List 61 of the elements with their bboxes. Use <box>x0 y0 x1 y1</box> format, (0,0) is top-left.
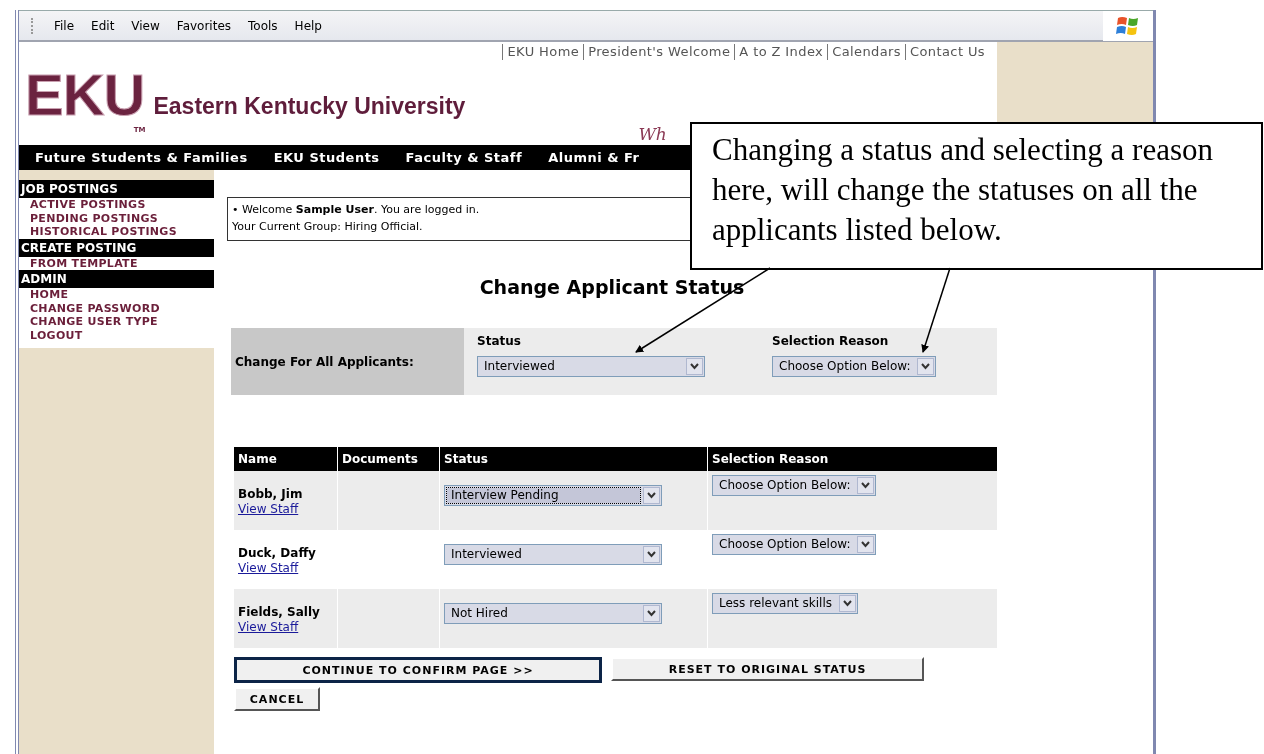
menu-item[interactable]: Edit <box>91 18 115 33</box>
chevron-down-icon <box>921 363 931 370</box>
menu-item[interactable]: File <box>54 18 75 33</box>
nav-link[interactable]: Faculty & Staff <box>405 150 523 165</box>
action-button[interactable]: CONTINUE TO CONFIRM PAGE >> <box>234 657 602 683</box>
top-link[interactable]: A to Z Index <box>734 44 828 60</box>
sidebar-heading: JOB POSTINGS <box>19 180 214 198</box>
view-staff-link[interactable]: View Staff <box>238 561 299 575</box>
applicant-name: Duck, Daffy <box>238 546 316 561</box>
label-cell: Change For All Applicants: <box>231 328 464 395</box>
dropdown[interactable]: Choose Option Below: <box>772 356 937 377</box>
sidebar-link[interactable]: PENDING POSTINGS <box>19 211 214 225</box>
welcome-text: • Welcome Sample User. You are logged in. <box>232 202 480 218</box>
dropdown[interactable]: Choose Option Below: <box>712 534 877 555</box>
dropdown[interactable]: Interviewed <box>477 356 705 377</box>
menu-item[interactable]: Tools <box>248 18 278 33</box>
top-link[interactable]: EKU Home <box>502 44 584 60</box>
chevron-down-icon <box>843 600 852 607</box>
nav-link[interactable]: Future Students & Families <box>35 150 248 165</box>
nav-link[interactable]: Alumni & Fr <box>548 150 640 165</box>
applicant-name: Fields, Sally <box>238 605 320 620</box>
top-link[interactable]: President's Welcome <box>583 44 735 60</box>
chevron-down-icon <box>647 610 656 617</box>
chevron-down-icon <box>690 363 699 370</box>
logo: EKU <box>24 62 146 127</box>
sidebar-link[interactable]: CHANGE USER TYPE <box>19 315 214 329</box>
chevron-down-icon <box>861 482 871 489</box>
university-name: Eastern Kentucky University <box>153 93 466 120</box>
view-staff-link[interactable]: View Staff <box>238 620 299 634</box>
sidebar-link[interactable]: FROM TEMPLATE <box>19 256 214 270</box>
sidebar-link[interactable]: HISTORICAL POSTINGS <box>19 225 214 239</box>
column-header: Name <box>237 451 278 468</box>
action-button[interactable]: CANCEL <box>234 687 320 711</box>
callout-note: Changing a status and selecting a reason here, will change the statuses on all the applicants listed below. <box>690 122 1263 270</box>
dropdown[interactable]: Choose Option Below: <box>712 475 877 496</box>
sidebar-link[interactable]: HOME <box>19 288 214 302</box>
sidebar-link[interactable]: CHANGE PASSWORD <box>19 301 214 315</box>
tagline: Wh <box>638 124 667 144</box>
group-text: Your Current Group: Hiring Official. <box>232 219 423 235</box>
view-staff-link[interactable]: View Staff <box>238 502 299 516</box>
applicant-name: Bobb, Jim <box>238 487 303 502</box>
chevron-down-icon <box>861 541 871 548</box>
column-label: Status <box>477 334 521 348</box>
menu-item[interactable]: Favorites <box>176 18 232 33</box>
dropdown[interactable]: Interview Pending <box>444 485 662 506</box>
column-label: Selection Reason <box>772 334 889 348</box>
sidebar-link[interactable]: ACTIVE POSTINGS <box>19 198 214 212</box>
chevron-down-icon <box>647 492 656 499</box>
dropdown[interactable]: Not Hired <box>444 603 662 624</box>
chevron-down-icon <box>647 551 656 558</box>
action-button[interactable]: RESET TO ORIGINAL STATUS <box>611 657 924 681</box>
menu-item[interactable]: Help <box>294 18 322 33</box>
menu-item[interactable]: View <box>131 18 160 33</box>
sidebar-link[interactable]: LOGOUT <box>19 328 214 342</box>
sidebar-heading: ADMIN <box>19 270 214 288</box>
sidebar-heading: CREATE POSTING <box>19 238 214 257</box>
top-link[interactable]: Calendars <box>827 44 905 60</box>
dropdown[interactable]: Interviewed <box>444 544 662 565</box>
top-link[interactable]: Contact Us <box>905 44 989 60</box>
dropdown[interactable]: Less relevant skills <box>712 593 858 614</box>
nav-link[interactable]: EKU Students <box>273 150 380 165</box>
